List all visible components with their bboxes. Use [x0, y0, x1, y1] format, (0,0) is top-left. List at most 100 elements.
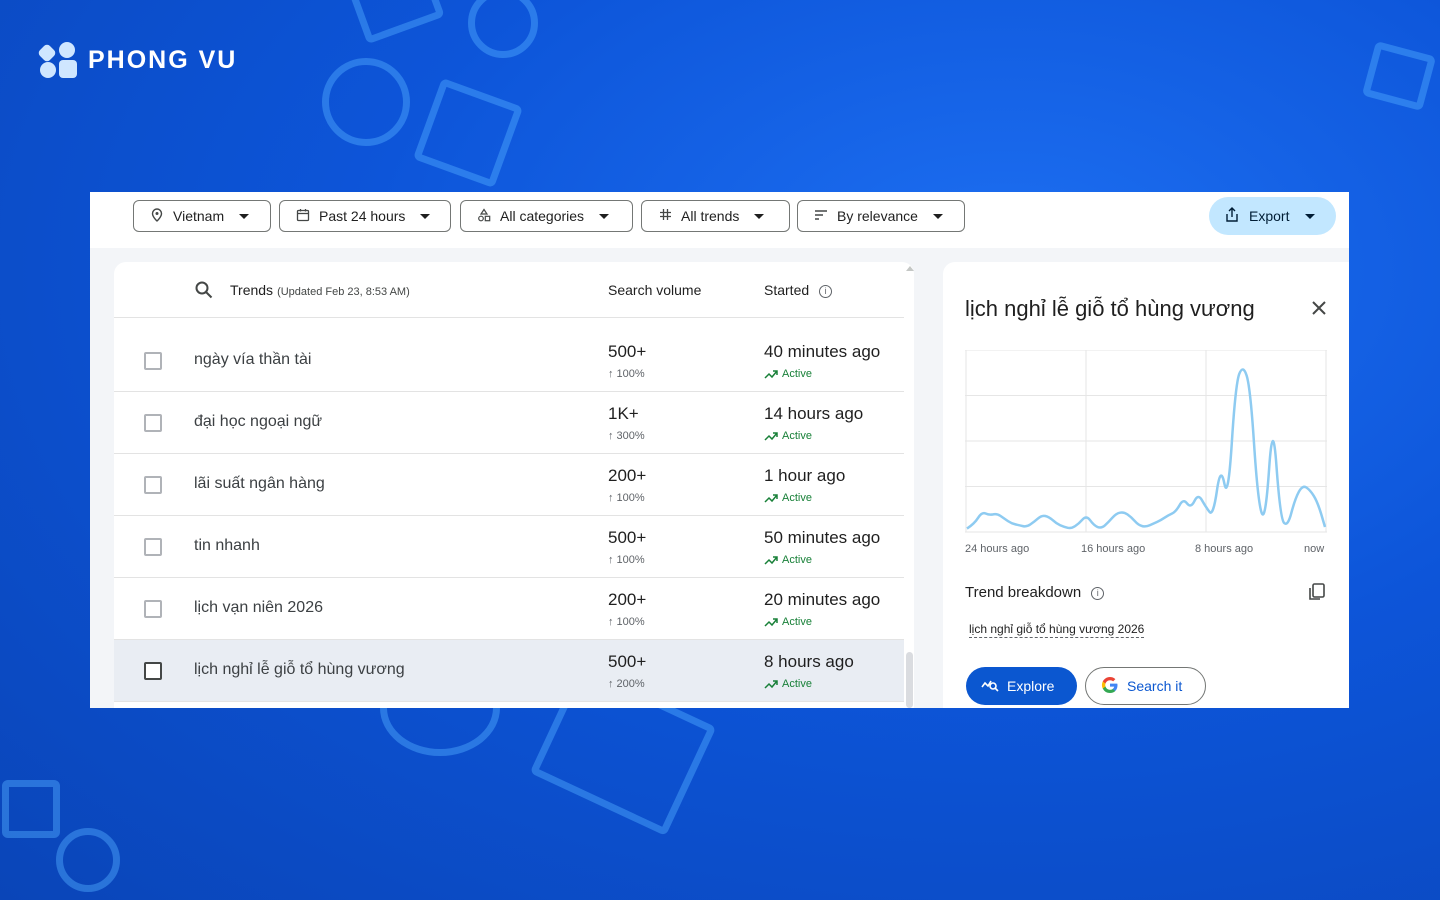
trend-breakdown-title: Trend breakdown i	[965, 584, 1105, 601]
table-row[interactable]: tin nhanh 500+ ↑ 100% 50 minutes ago Act…	[114, 516, 904, 578]
status-label: Active	[782, 678, 812, 690]
table-row[interactable]: lịch vạn niên 2026 200+ ↑ 100% 20 minute…	[114, 578, 904, 640]
row-checkbox[interactable]	[144, 538, 162, 556]
trends-panel: Vietnam Past 24 hours All categories All…	[90, 192, 1349, 708]
explore-button[interactable]: Explore	[966, 667, 1077, 705]
search-volume: 200+	[608, 466, 647, 485]
decorative-square	[347, 0, 445, 45]
x-tick-label: 8 hours ago	[1195, 543, 1254, 555]
chevron-down-icon	[1305, 213, 1316, 219]
google-g-icon	[1101, 676, 1119, 697]
volume-change: ↑ 200%	[608, 678, 645, 690]
status-active: Active	[764, 368, 812, 380]
search-volume: 1K+	[608, 404, 639, 423]
hash-icon	[658, 208, 672, 224]
share-icon	[1225, 206, 1239, 226]
chevron-down-icon	[420, 213, 431, 219]
header-started[interactable]: Started i	[764, 282, 833, 298]
status-active: Active	[764, 616, 812, 628]
trend-term[interactable]: lịch vạn niên 2026	[194, 599, 323, 617]
breakdown-term[interactable]: lịch nghỉ giỗ tổ hùng vương 2026	[969, 622, 1145, 638]
chevron-down-icon	[599, 213, 610, 219]
trend-term[interactable]: lịch nghỉ lễ giỗ tổ hùng vương	[194, 661, 405, 679]
x-tick-label: 24 hours ago	[965, 543, 1030, 555]
status-label: Active	[782, 430, 812, 442]
search-volume: 500+	[608, 652, 647, 671]
status-label: Active	[782, 492, 812, 504]
explore-icon	[981, 677, 999, 696]
copy-icon[interactable]	[1307, 582, 1327, 607]
row-checkbox[interactable]	[144, 476, 162, 494]
calendar-icon	[296, 208, 310, 225]
volume-change: ↑ 100%	[608, 492, 645, 504]
detail-title: lịch nghỉ lễ giỗ tổ hùng vương	[965, 296, 1255, 321]
location-filter[interactable]: Vietnam	[133, 200, 271, 232]
decorative-circle	[56, 828, 120, 892]
category-filter[interactable]: All categories	[460, 200, 633, 232]
close-icon[interactable]	[1309, 298, 1329, 318]
decorative-square	[412, 77, 524, 189]
row-checkbox[interactable]	[144, 662, 162, 680]
time-range-filter-label: Past 24 hours	[319, 208, 406, 224]
decorative-square	[2, 780, 60, 838]
table-header: Trends (Updated Feb 23, 8:53 AM) Search v…	[114, 262, 904, 318]
search-it-button[interactable]: Search it	[1085, 667, 1206, 705]
started-time: 8 hours ago	[764, 652, 854, 671]
trend-term[interactable]: đại học ngoại ngữ	[194, 413, 322, 431]
table-row[interactable]: đại học ngoại ngữ 1K+ ↑ 300% 14 hours ag…	[114, 392, 904, 454]
decorative-square	[1361, 40, 1437, 112]
table-row-selected[interactable]: lịch nghỉ lễ giỗ tổ hùng vương 500+ ↑ 20…	[114, 640, 904, 702]
started-time: 50 minutes ago	[764, 528, 881, 547]
table-row[interactable]: ngày vía thần tài 500+ ↑ 100% 40 minutes…	[114, 330, 904, 392]
row-checkbox[interactable]	[144, 352, 162, 370]
header-trends-label: Trends	[230, 282, 274, 298]
trend-term[interactable]: ngày vía thần tài	[194, 351, 311, 369]
trending-up-icon	[764, 370, 778, 379]
location-filter-label: Vietnam	[173, 208, 225, 224]
trend-term[interactable]: lãi suất ngân hàng	[194, 475, 325, 493]
trend-type-filter-label: All trends	[681, 208, 740, 224]
search-icon[interactable]	[194, 280, 214, 303]
search-volume: 200+	[608, 590, 647, 609]
started-time: 1 hour ago	[764, 466, 846, 485]
x-tick-label: 16 hours ago	[1081, 543, 1146, 555]
trend-type-filter[interactable]: All trends	[641, 200, 790, 232]
search-it-button-label: Search it	[1127, 678, 1183, 694]
export-button-label: Export	[1249, 208, 1290, 224]
scroll-up-arrow[interactable]	[906, 266, 914, 271]
row-checkbox[interactable]	[144, 414, 162, 432]
brand-logo: PHONG VU	[37, 40, 238, 80]
status-active: Active	[764, 678, 812, 690]
trending-up-icon	[764, 494, 778, 503]
export-button[interactable]: Export	[1209, 197, 1336, 235]
status-active: Active	[764, 554, 812, 566]
row-checkbox[interactable]	[144, 600, 162, 618]
chevron-down-icon	[754, 213, 765, 219]
trending-up-icon	[764, 556, 778, 565]
header-updated-time: (Updated Feb 23, 8:53 AM)	[277, 286, 410, 298]
table-row[interactable]: lãi suất ngân hàng 200+ ↑ 100% 1 hour ag…	[114, 454, 904, 516]
status-label: Active	[782, 616, 812, 628]
search-volume: 500+	[608, 342, 647, 361]
sort-filter[interactable]: By relevance	[797, 200, 965, 232]
brand-name: PHONG VU	[88, 45, 238, 74]
time-range-filter[interactable]: Past 24 hours	[279, 200, 451, 232]
header-started-label: Started	[764, 282, 810, 298]
scrollbar-thumb[interactable]	[906, 652, 913, 708]
breakdown-title-label: Trend breakdown	[965, 584, 1082, 601]
trend-term[interactable]: tin nhanh	[194, 537, 260, 555]
sort-filter-label: By relevance	[837, 208, 918, 224]
trends-table: Trends (Updated Feb 23, 8:53 AM) Search v…	[114, 262, 914, 708]
trending-up-icon	[764, 618, 778, 627]
decorative-circle	[468, 0, 538, 58]
trending-up-icon	[764, 680, 778, 689]
info-icon[interactable]: i	[1091, 587, 1105, 600]
sort-icon	[814, 208, 828, 224]
header-search-volume[interactable]: Search volume	[608, 282, 701, 298]
info-icon[interactable]: i	[819, 285, 833, 298]
chevron-down-icon	[932, 213, 943, 219]
volume-change: ↑ 100%	[608, 554, 645, 566]
chevron-down-icon	[239, 213, 250, 219]
trend-chart	[965, 350, 1327, 533]
search-volume: 500+	[608, 528, 647, 547]
